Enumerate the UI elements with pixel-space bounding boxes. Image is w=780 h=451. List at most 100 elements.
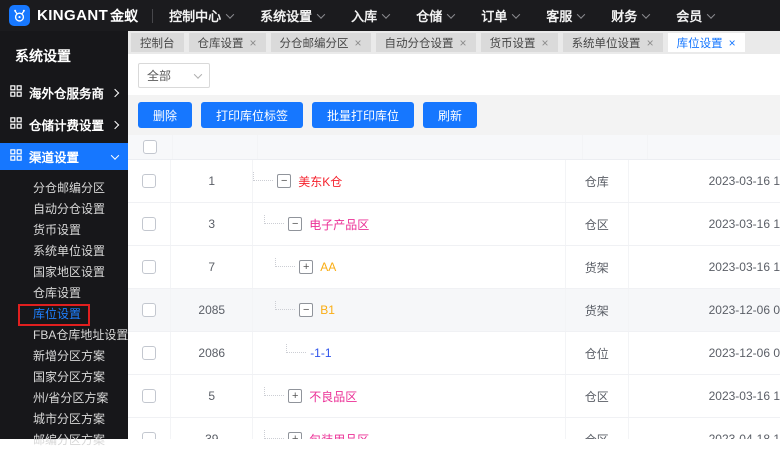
- nav-item-入库[interactable]: 入库: [351, 6, 391, 25]
- topbar: KINGANT 金蚁 控制中心 系统设置 入库 仓储 订单 客服 财务 会员: [0, 0, 780, 31]
- nav-item-系统设置[interactable]: 系统设置: [260, 6, 326, 25]
- chevron-down-icon: [110, 150, 120, 160]
- row-type-cell: 仓区: [566, 203, 629, 245]
- sidebar-item-自动分仓设置[interactable]: 自动分仓设置: [0, 199, 128, 220]
- sidebar-item-国家分区方案[interactable]: 国家分区方案: [0, 367, 128, 388]
- table-row: 3− 电子产品区 仓区 2023-03-16 1: [128, 203, 780, 246]
- nav-item-订单[interactable]: 订单: [481, 6, 521, 25]
- collapse-icon[interactable]: −: [277, 174, 292, 188]
- tab-自动分仓设置[interactable]: 自动分仓设置 ×: [375, 33, 476, 52]
- nav-item-label: 订单: [481, 9, 508, 24]
- collapse-icon[interactable]: −: [299, 303, 314, 317]
- tab-系统单位设置[interactable]: 系统单位设置 ×: [562, 33, 663, 52]
- nav-item-会员[interactable]: 会员: [676, 6, 716, 25]
- sidebar-item-国家地区设置[interactable]: 国家地区设置: [0, 262, 128, 283]
- row-name-cell: − B1: [253, 289, 567, 331]
- nav-item-客服[interactable]: 客服: [546, 6, 586, 25]
- sidebar-group-仓储计费设置[interactable]: 仓储计费设置: [0, 111, 128, 138]
- sidebar-item-FBA仓库地址设置[interactable]: FBA仓库地址设置: [0, 325, 128, 346]
- tab-控制台[interactable]: 控制台: [131, 33, 184, 52]
- sidebar-item-新增分区方案[interactable]: 新增分区方案: [0, 346, 128, 367]
- nav-item-label: 控制中心: [169, 9, 222, 24]
- row-checkbox[interactable]: [142, 217, 157, 231]
- location-name-link[interactable]: B1: [320, 303, 335, 317]
- close-icon[interactable]: ×: [460, 37, 467, 49]
- tab-仓库设置[interactable]: 仓库设置 ×: [188, 33, 266, 52]
- row-checkbox[interactable]: [142, 346, 157, 360]
- sidebar-item-货币设置[interactable]: 货币设置: [0, 220, 128, 241]
- sidebar-item-邮编分区方案[interactable]: 邮编分区方案: [0, 430, 128, 451]
- sidebar-item-系统单位设置[interactable]: 系统单位设置: [0, 241, 128, 262]
- sidebar-item-州/省分区方案[interactable]: 州/省分区方案: [0, 388, 128, 409]
- row-type-cell: 货架: [566, 246, 629, 288]
- row-checkbox-cell: [128, 375, 172, 417]
- chevron-down-icon: [316, 9, 326, 19]
- row-id-cell: 1: [171, 160, 254, 202]
- sidebar-group-渠道设置[interactable]: 渠道设置: [0, 143, 128, 170]
- select-all-checkbox[interactable]: [143, 140, 157, 154]
- row-id-cell: 2085: [171, 289, 254, 331]
- sidebar-item-库位设置[interactable]: 库位设置: [0, 304, 128, 326]
- row-checkbox-cell: [128, 289, 172, 331]
- row-name-cell: + 包装用品区: [253, 418, 567, 440]
- button-刷新[interactable]: 刷新: [423, 102, 478, 128]
- row-name-cell: + 不良品区: [253, 375, 567, 417]
- chevron-down-icon: [642, 9, 651, 19]
- tab-label: 控制台: [140, 37, 175, 50]
- tab-库位设置[interactable]: 库位设置 ×: [667, 33, 745, 52]
- tab-分仓邮编分区[interactable]: 分仓邮编分区 ×: [270, 33, 371, 52]
- row-name-cell: + AA: [253, 246, 567, 288]
- tree-connector: [286, 344, 307, 353]
- nav-item-财务[interactable]: 财务: [611, 6, 651, 25]
- table-header-row: [128, 135, 780, 160]
- row-type-cell: 货架: [566, 289, 629, 331]
- nav-item-label: 仓储: [416, 9, 443, 24]
- tree-connector: [264, 387, 285, 396]
- close-icon[interactable]: ×: [647, 37, 654, 49]
- expand-icon[interactable]: +: [288, 432, 303, 439]
- close-icon[interactable]: ×: [355, 37, 362, 49]
- close-icon[interactable]: ×: [729, 37, 736, 49]
- sidebar-item-仓库设置[interactable]: 仓库设置: [0, 283, 128, 304]
- button-删除[interactable]: 删除: [138, 102, 193, 128]
- grid-icon: [10, 149, 22, 164]
- location-name-link[interactable]: 包装用品区: [309, 431, 369, 440]
- close-icon[interactable]: ×: [250, 37, 257, 49]
- nav-item-仓储[interactable]: 仓储: [416, 6, 456, 25]
- row-checkbox[interactable]: [142, 303, 157, 317]
- row-date-cell: 2023-12-06 0: [708, 346, 780, 360]
- location-name-link[interactable]: 电子产品区: [309, 216, 369, 233]
- sidebar: 系统设置 海外仓服务商 仓储计费设置 渠道设置 分仓邮编分区 自动分仓设置 货币设置 系统…: [0, 31, 128, 447]
- row-checkbox[interactable]: [142, 432, 157, 439]
- row-checkbox[interactable]: [142, 389, 157, 403]
- row-checkbox[interactable]: [142, 174, 157, 188]
- sidebar-item-分仓邮编分区[interactable]: 分仓邮编分区: [0, 178, 128, 199]
- button-批量打印库位[interactable]: 批量打印库位: [312, 102, 415, 128]
- tab-货币设置[interactable]: 货币设置 ×: [480, 33, 558, 52]
- expand-icon[interactable]: +: [288, 389, 303, 403]
- button-打印库位标签[interactable]: 打印库位标签: [201, 102, 304, 128]
- sidebar-group-海外仓服务商[interactable]: 海外仓服务商: [0, 79, 128, 106]
- row-checkbox-cell: [128, 160, 172, 202]
- row-checkbox-cell: [128, 246, 172, 288]
- location-type-select[interactable]: 全部: [138, 63, 210, 88]
- location-name-link[interactable]: -1-1: [310, 346, 331, 360]
- collapse-icon[interactable]: −: [288, 217, 303, 231]
- nav-item-控制中心[interactable]: 控制中心: [169, 6, 235, 25]
- header-date-cell: [648, 135, 728, 159]
- toolbar: 删除 打印库位标签 批量打印库位 刷新: [128, 95, 780, 135]
- location-name-link[interactable]: AA: [320, 260, 336, 274]
- row-type-cell: 仓区: [566, 418, 629, 439]
- row-checkbox-cell: [128, 203, 172, 245]
- brand-name: KINGANT: [37, 7, 109, 24]
- sidebar-item-城市分区方案[interactable]: 城市分区方案: [0, 409, 128, 430]
- grid-icon: [10, 117, 22, 132]
- location-name-link[interactable]: 美东K仓: [298, 173, 342, 190]
- row-checkbox[interactable]: [142, 260, 157, 274]
- row-type-cell: 仓位: [566, 332, 629, 374]
- location-name-link[interactable]: 不良品区: [309, 388, 357, 405]
- close-icon[interactable]: ×: [542, 37, 549, 49]
- expand-icon[interactable]: +: [299, 260, 314, 274]
- chevron-down-icon: [381, 9, 391, 19]
- row-date-cell: 2023-03-16 1: [708, 174, 780, 188]
